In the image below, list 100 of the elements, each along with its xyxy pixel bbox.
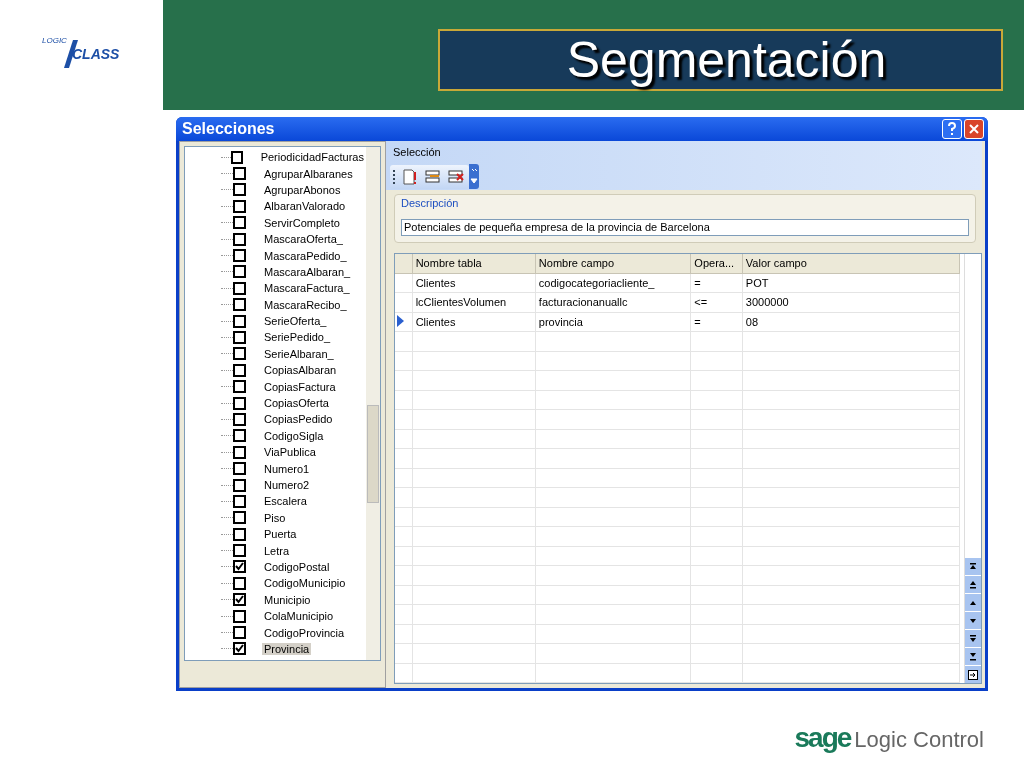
tree-item[interactable]: CodigoSigla — [262, 429, 326, 442]
tree-item[interactable]: AlbaranValorado — [262, 200, 348, 213]
tree-item[interactable]: ViaPublica — [262, 446, 318, 459]
tree-item[interactable]: Provincia — [262, 642, 312, 655]
checkbox[interactable] — [234, 594, 245, 606]
checkbox[interactable] — [234, 332, 245, 343]
checkbox[interactable] — [234, 528, 245, 540]
prev-button[interactable] — [965, 594, 981, 611]
checkbox[interactable] — [234, 479, 245, 491]
overflow-button[interactable] — [469, 164, 479, 189]
checkbox[interactable] — [232, 151, 242, 163]
checkbox[interactable] — [234, 250, 245, 262]
checkbox[interactable] — [234, 545, 245, 557]
checkbox[interactable] — [234, 266, 245, 278]
checkbox[interactable] — [234, 364, 245, 376]
checkbox[interactable] — [234, 495, 245, 507]
table-cell: <= — [690, 292, 743, 312]
checkbox[interactable] — [234, 610, 245, 622]
first-arrow-icon — [968, 561, 978, 572]
checkbox[interactable] — [234, 512, 245, 524]
tree-item[interactable]: SerieAlbaran_ — [262, 347, 336, 360]
first-button[interactable] — [965, 558, 981, 575]
column-header[interactable]: Nombre campo — [535, 253, 691, 273]
window-title: Selecciones — [182, 120, 275, 138]
column-header[interactable]: Nombre tabla — [412, 253, 536, 273]
tree-item[interactable]: Letra — [262, 544, 292, 557]
tree-item[interactable]: Numero2 — [262, 479, 312, 491]
tree-item[interactable]: CopiasPedido — [262, 413, 335, 426]
checkbox[interactable] — [234, 397, 245, 409]
tree-item[interactable]: CodigoPostal — [262, 560, 332, 573]
table-cell: provincia — [535, 312, 691, 332]
tree-item[interactable]: ColaMunicipio — [262, 610, 336, 623]
brand-text: sage — [794, 722, 851, 754]
table-cell: Clientes — [412, 312, 536, 332]
export-button[interactable] — [965, 666, 981, 683]
checkbox[interactable] — [234, 168, 245, 180]
prev-page-arrow-icon — [968, 579, 978, 590]
last-button[interactable] — [965, 648, 981, 665]
table-cell: POT — [742, 273, 960, 293]
column-header[interactable]: Valor campo — [742, 253, 960, 273]
scrollbar[interactable] — [366, 147, 380, 660]
help-button[interactable] — [942, 119, 962, 139]
tree-item[interactable]: CopiasFactura — [262, 380, 338, 393]
checkbox[interactable] — [234, 643, 245, 655]
close-button[interactable] — [964, 119, 984, 139]
column-header[interactable]: Opera... — [690, 253, 743, 273]
tree-item[interactable]: MascaraPedido_ — [262, 249, 349, 262]
prev-page-button[interactable] — [965, 576, 981, 593]
table-cell: 08 — [742, 312, 960, 332]
last-arrow-icon — [968, 651, 978, 662]
tree-item[interactable]: Municipio — [262, 593, 313, 606]
table-cell: = — [690, 273, 743, 293]
group-label: Descripción — [401, 197, 460, 209]
checkbox[interactable] — [234, 282, 245, 294]
next-page-button[interactable] — [965, 630, 981, 647]
tree-item[interactable]: CodigoMunicipio — [262, 577, 348, 590]
tree-item[interactable]: CodigoProvincia — [262, 626, 347, 639]
description-field[interactable]: Potenciales de pequeña empresa de la provincia de Barcelona — [401, 218, 969, 236]
tree-item[interactable]: PeriodicidadFacturas — [258, 151, 366, 164]
checkbox[interactable] — [234, 413, 245, 425]
checkbox[interactable] — [234, 200, 245, 212]
checkbox[interactable] — [234, 381, 245, 393]
logo-text: LOGIC — [42, 36, 67, 45]
checkbox[interactable] — [234, 233, 245, 245]
menu-item[interactable]: Selección — [393, 146, 441, 158]
next-button[interactable] — [965, 612, 981, 629]
checkbox[interactable] — [234, 299, 245, 311]
checkbox[interactable] — [234, 463, 245, 475]
tree-item[interactable]: MascaraFactura_ — [262, 282, 352, 295]
checkbox[interactable] — [234, 627, 245, 638]
checkbox[interactable] — [234, 430, 245, 442]
tree-item[interactable]: CopiasOferta — [262, 397, 331, 410]
tree-item[interactable]: CopiasAlbaran — [262, 364, 339, 377]
checkbox[interactable] — [234, 561, 245, 573]
export-icon — [968, 669, 978, 680]
tree-item[interactable]: SeriePedido_ — [262, 331, 333, 344]
checkbox[interactable] — [234, 446, 245, 458]
tree-item[interactable]: MascaraOferta_ — [262, 233, 345, 246]
tree-item[interactable]: Piso — [262, 511, 288, 524]
product-text: Logic Control — [854, 727, 984, 753]
checkbox[interactable] — [234, 217, 245, 229]
tree-item[interactable]: Numero1 — [262, 462, 312, 475]
tree-item[interactable]: ServirCompleto — [262, 216, 342, 229]
tree-item[interactable]: SerieOferta_ — [262, 315, 329, 328]
slide-title: Segmentación — [565, 31, 887, 89]
tree-item[interactable]: Escalera — [262, 495, 309, 508]
tree-item[interactable]: MascaraAlbaran_ — [262, 265, 353, 278]
tree-item[interactable]: Puerta — [262, 528, 299, 541]
tree-item[interactable]: MascaraRecibo_ — [262, 298, 349, 311]
table-cell: facturacionanuallc — [535, 292, 691, 312]
checkbox[interactable] — [234, 348, 245, 360]
table-cell: lcClientesVolumen — [412, 292, 536, 312]
tree-item[interactable]: AgruparAbonos — [262, 183, 343, 196]
table-cell: 3000000 — [742, 292, 960, 312]
next-page-arrow-icon — [968, 633, 978, 644]
question-mark-icon — [947, 122, 957, 136]
checkbox[interactable] — [234, 577, 245, 589]
checkbox[interactable] — [234, 184, 245, 196]
checkbox[interactable] — [234, 315, 245, 327]
tree-item[interactable]: AgruparAlbaranes — [262, 167, 355, 180]
